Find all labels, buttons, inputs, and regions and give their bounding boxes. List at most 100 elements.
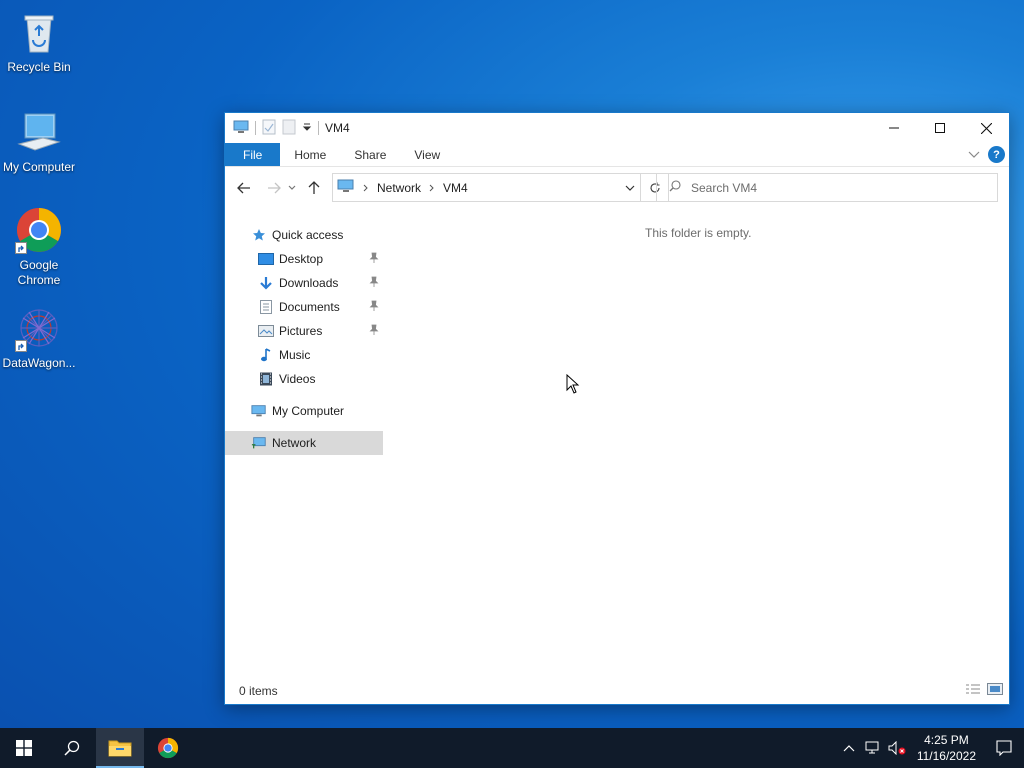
minimize-button[interactable] (871, 113, 917, 143)
nav-item-network[interactable]: Network (225, 431, 383, 455)
ribbon-tabs: File Home Share View ? (225, 143, 1009, 167)
details-view-icon[interactable] (965, 683, 981, 698)
recycle-bin-icon (15, 8, 63, 56)
tab-home[interactable]: Home (280, 143, 340, 166)
clock-date: 11/16/2022 (916, 749, 976, 763)
nav-item-downloads[interactable]: Downloads (225, 271, 383, 295)
picture-icon (258, 323, 274, 339)
desktop-icon-datawagon[interactable]: DataWagon... (0, 304, 78, 371)
explorer-app-icon (233, 120, 249, 137)
maximize-button[interactable] (917, 113, 963, 143)
system-tray: 4:25 PM 11/16/2022 (837, 728, 1024, 768)
shortcut-arrow-icon (15, 242, 27, 254)
nav-item-label: My Computer (272, 404, 345, 418)
nav-item-videos[interactable]: Videos (225, 367, 383, 391)
volume-button[interactable] (885, 728, 909, 768)
large-icons-view-icon[interactable] (987, 683, 1003, 698)
notification-icon (996, 740, 1012, 756)
tab-file[interactable]: File (225, 143, 281, 166)
desktop-icon-label: Recycle Bin (7, 60, 71, 74)
windows-logo-icon (16, 740, 32, 756)
window-title: VM4 (325, 121, 350, 135)
chevron-up-icon (843, 745, 855, 752)
view-buttons (965, 683, 1003, 698)
search-input[interactable] (691, 180, 971, 195)
search-icon (669, 180, 681, 195)
nav-item-documents[interactable]: Documents (225, 295, 383, 319)
customize-toolbar-icon[interactable] (302, 121, 312, 135)
show-hidden-icons-button[interactable] (837, 728, 861, 768)
nav-item-label: Quick access (272, 228, 344, 242)
status-item-count: 0 items (239, 684, 278, 698)
volume-muted-icon (888, 741, 906, 755)
nav-item-quick-access[interactable]: Quick access (225, 223, 383, 247)
nav-item-label: Network (272, 436, 317, 450)
desktop-icon-google-chrome[interactable]: Google Chrome (0, 206, 78, 288)
toolbar-separator (318, 121, 319, 135)
document-icon (258, 299, 274, 315)
network-icon (251, 435, 267, 451)
navigation-pane: Quick access Desktop Downloads Documents… (225, 223, 383, 455)
back-button[interactable] (233, 177, 255, 199)
pin-icon[interactable] (369, 300, 379, 315)
network-tray-icon (865, 741, 879, 754)
chrome-icon (15, 206, 63, 254)
address-bar[interactable]: Network VM4 (332, 173, 641, 202)
search-icon (64, 740, 80, 756)
breadcrumb-separator-icon (429, 181, 435, 195)
pin-icon[interactable] (369, 252, 379, 267)
empty-folder-message: This folder is empty. (645, 226, 752, 240)
datawagon-icon (15, 304, 63, 352)
help-button[interactable]: ? (988, 146, 1005, 163)
desktop-icon-label: My Computer (2, 160, 76, 174)
expand-ribbon-icon[interactable] (968, 148, 980, 162)
network-status-button[interactable] (861, 728, 885, 768)
title-bar: VM4 (225, 113, 1009, 143)
computer-icon (15, 108, 63, 156)
nav-item-desktop[interactable]: Desktop (225, 247, 383, 271)
clock-time: 4:25 PM (924, 733, 969, 747)
recent-locations-button[interactable] (285, 177, 299, 199)
download-arrow-icon (258, 275, 274, 291)
address-dropdown-button[interactable] (618, 174, 640, 201)
taskbar-file-explorer[interactable] (96, 728, 144, 768)
desktop-icon-label: DataWagon... (2, 356, 76, 370)
pin-icon[interactable] (369, 324, 379, 339)
window-controls (871, 113, 1009, 143)
nav-item-label: Music (279, 348, 311, 362)
search-box[interactable] (656, 173, 998, 202)
breadcrumb-network[interactable]: Network (377, 181, 421, 195)
taskbar-search-button[interactable] (48, 728, 96, 768)
clock[interactable]: 4:25 PM 11/16/2022 (909, 732, 984, 764)
up-button[interactable] (303, 177, 325, 199)
quick-access-toolbar (225, 119, 319, 138)
desktop-icon-my-computer[interactable]: My Computer (0, 108, 78, 175)
desktop: Recycle Bin My Computer Google Chrome Da… (0, 0, 1024, 728)
chrome-icon (157, 737, 179, 759)
nav-item-pictures[interactable]: Pictures (225, 319, 383, 343)
forward-button[interactable] (263, 177, 285, 199)
properties-icon[interactable] (262, 119, 276, 138)
desktop-folder-icon (258, 251, 274, 267)
file-explorer-window: VM4 File Home Share View ? Network VM4 S… (224, 112, 1010, 705)
breadcrumb-separator-icon (363, 181, 369, 195)
action-center-button[interactable] (984, 728, 1024, 768)
breadcrumb-vm4[interactable]: VM4 (443, 181, 468, 195)
tab-share[interactable]: Share (340, 143, 400, 166)
computer-icon (251, 403, 267, 419)
star-icon (251, 227, 267, 243)
tab-view[interactable]: View (400, 143, 454, 166)
start-button[interactable] (0, 728, 48, 768)
nav-item-label: Pictures (279, 324, 323, 338)
taskbar: 4:25 PM 11/16/2022 (0, 728, 1024, 768)
breadcrumb: Network VM4 (333, 179, 618, 196)
close-button[interactable] (963, 113, 1009, 143)
desktop-icon-recycle-bin[interactable]: Recycle Bin (0, 8, 78, 75)
folder-icon (108, 740, 132, 757)
taskbar-chrome[interactable] (144, 728, 192, 768)
pin-icon[interactable] (369, 276, 379, 291)
nav-item-music[interactable]: Music (225, 343, 383, 367)
new-folder-icon[interactable] (282, 119, 296, 138)
nav-item-my-computer[interactable]: My Computer (225, 399, 383, 423)
network-location-icon (337, 179, 355, 196)
